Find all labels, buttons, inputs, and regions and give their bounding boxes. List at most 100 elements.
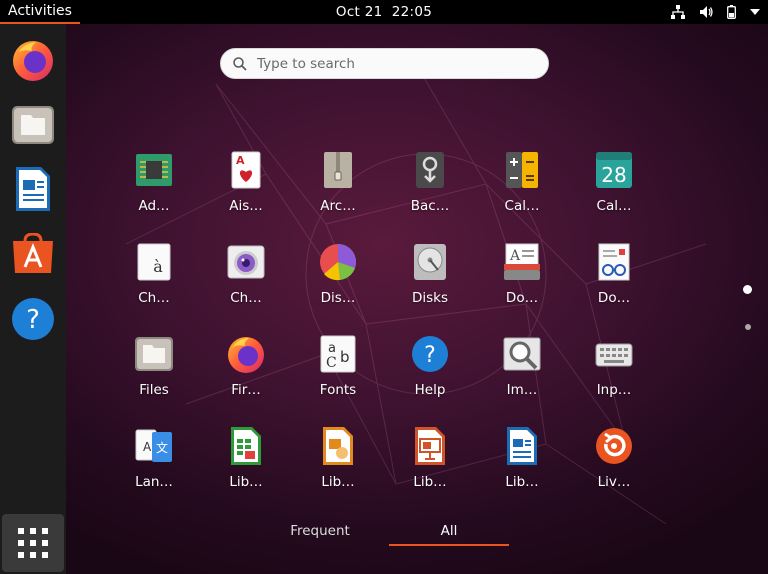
system-menu-arrow-icon	[750, 9, 760, 15]
libreoffice-draw-icon	[323, 427, 353, 465]
top-bar: Activities Oct 21 22:05	[0, 0, 768, 24]
app-tile-document-viewer[interactable]: Do…	[574, 242, 654, 324]
archive-manager-icon	[324, 152, 352, 188]
dock-item-software[interactable]	[5, 226, 61, 282]
app-label: Liv…	[597, 474, 631, 490]
software-center-icon	[13, 233, 53, 273]
app-tile-archive-manager[interactable]: Arc…	[298, 150, 378, 232]
fonts-icon: a C b	[320, 335, 356, 373]
svg-text:A: A	[236, 154, 245, 167]
libreoffice-writer-icon	[507, 427, 537, 465]
firefox-icon	[13, 41, 53, 81]
app-label: Inp…	[596, 382, 632, 398]
app-tile-calculator[interactable]: Cal…	[482, 150, 562, 232]
app-tile-firefox[interactable]: Fir…	[206, 334, 286, 416]
cheese-icon	[227, 245, 265, 279]
app-tile-disks[interactable]: Disks	[390, 242, 470, 324]
app-label: Arc…	[320, 198, 356, 214]
language-support-icon: A 文	[135, 429, 172, 462]
input-method-icon	[595, 343, 633, 367]
app-tile-libreoffice-calc[interactable]: Lib…	[206, 426, 286, 508]
system-tray[interactable]	[671, 0, 760, 24]
document-viewer-icon	[598, 243, 630, 281]
app-label: Cal…	[596, 198, 632, 214]
app-tile-document-scanner[interactable]: A Do…	[482, 242, 562, 324]
app-label: Lib…	[413, 474, 447, 490]
app-tile-cheese[interactable]: Ch…	[206, 242, 286, 324]
app-tile-aisleriot[interactable]: A Ais…	[206, 150, 286, 232]
calendar-icon: 28	[596, 152, 632, 188]
page-indicator-2[interactable]	[745, 324, 751, 330]
app-tile-livepatch[interactable]: Liv…	[574, 426, 654, 508]
app-tile-files[interactable]: Files	[114, 334, 194, 416]
app-label: Lib…	[229, 474, 263, 490]
app-label: Ais…	[229, 198, 263, 214]
backups-icon	[416, 152, 444, 188]
app-label: Ad…	[138, 198, 170, 214]
dock-item-files[interactable]	[5, 97, 61, 153]
network-icon	[671, 5, 685, 19]
app-tile-libreoffice-impress[interactable]: Lib…	[390, 426, 470, 508]
document-scanner-icon: A	[504, 243, 540, 280]
app-tile-input-method[interactable]: Inp…	[574, 334, 654, 416]
app-tile-disk-usage[interactable]: Dis…	[298, 242, 378, 324]
app-label: Files	[139, 382, 169, 398]
files-icon	[135, 337, 173, 371]
character-map-icon: à	[137, 243, 171, 281]
page-indicator-1[interactable]	[743, 285, 752, 294]
libreoffice-writer-icon	[16, 167, 50, 211]
dock: ?	[0, 24, 66, 574]
fonts-glyph: a	[328, 341, 336, 356]
app-tile-advanced-network[interactable]: Ad…	[114, 150, 194, 232]
libreoffice-impress-icon	[415, 427, 445, 465]
volume-icon	[699, 5, 713, 19]
app-label: Fonts	[319, 382, 357, 398]
dock-item-firefox[interactable]	[5, 32, 61, 88]
disks-icon	[414, 244, 446, 280]
livepatch-icon	[596, 428, 632, 464]
tab-frequent[interactable]: Frequent	[260, 516, 380, 546]
app-tile-language-support[interactable]: A 文 Lan…	[114, 426, 194, 508]
help-glyph: ?	[424, 343, 436, 368]
app-tile-image-viewer[interactable]: Im…	[482, 334, 562, 416]
search-bar[interactable]	[220, 48, 549, 79]
app-tile-character-map[interactable]: à Ch…	[114, 242, 194, 324]
character-map-glyph: à	[153, 257, 163, 276]
app-label: Help	[414, 382, 446, 398]
battery-icon	[727, 5, 736, 19]
activities-button[interactable]: Activities	[0, 0, 80, 24]
app-label: Fir…	[231, 382, 261, 398]
tab-all[interactable]: All	[389, 516, 509, 546]
app-tile-backups[interactable]: Bac…	[390, 150, 470, 232]
app-tile-calendar[interactable]: 28 Cal…	[574, 150, 654, 232]
app-tile-help[interactable]: ? Help	[390, 334, 470, 416]
app-label: Disks	[411, 290, 449, 306]
clock-date: Oct 21	[335, 4, 383, 20]
app-tile-fonts[interactable]: a C b Fonts	[298, 334, 378, 416]
firefox-icon	[228, 337, 264, 373]
dock-item-help[interactable]: ?	[5, 291, 61, 347]
files-icon	[12, 106, 54, 144]
app-label: Im…	[506, 382, 538, 398]
calendar-day-text: 28	[601, 163, 626, 187]
app-label: Dis…	[320, 290, 356, 306]
disk-usage-icon	[320, 243, 357, 281]
app-label: Ch…	[138, 290, 170, 306]
app-tile-libreoffice-writer[interactable]: Lib…	[482, 426, 562, 508]
clock-button[interactable]: Oct 21 22:05	[336, 4, 432, 20]
clock-time: 22:05	[391, 4, 433, 20]
clock: Oct 21 22:05	[0, 0, 768, 24]
help-icon: ?	[412, 336, 448, 372]
calculator-icon	[506, 152, 538, 188]
app-label: Lan…	[135, 474, 173, 490]
svg-text:C: C	[326, 355, 337, 371]
dock-item-writer[interactable]	[5, 161, 61, 217]
app-label: Lib…	[321, 474, 355, 490]
svg-text:b: b	[340, 348, 350, 366]
app-tile-libreoffice-draw[interactable]: Lib…	[298, 426, 378, 508]
search-input[interactable]	[257, 55, 527, 72]
language-glyph: A	[143, 440, 152, 454]
app-label: Do…	[505, 290, 539, 306]
app-label: Lib…	[505, 474, 539, 490]
show-applications-button[interactable]	[2, 514, 64, 572]
